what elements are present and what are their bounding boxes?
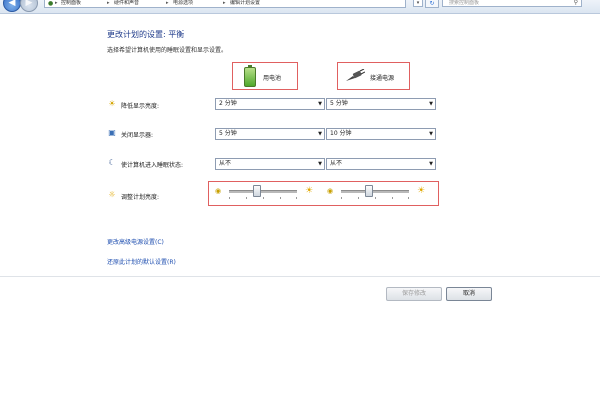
back-button[interactable]: ◀ xyxy=(3,0,21,12)
sleep-plugged-select[interactable]: 从不 ▼ xyxy=(326,158,436,170)
divider xyxy=(0,276,600,277)
turn-off-display-plugged-select[interactable]: 10 分钟 ▼ xyxy=(326,128,436,140)
tick-mark xyxy=(246,197,247,199)
plugged-brightness-slider-thumb[interactable] xyxy=(365,185,374,197)
brightness-icon: ☼ xyxy=(108,190,116,199)
forward-button[interactable]: ▶ xyxy=(20,0,38,12)
tick-mark xyxy=(280,197,281,199)
dim-display-plugged-value: 5 分钟 xyxy=(330,100,348,107)
tick-mark xyxy=(408,197,409,199)
address-toolbar: ◀ ▶ ● ▸ 控制面板 ▸ 硬件和声音 ▸ 电源选项 ▸ 编辑计划设置 ▾ ↻… xyxy=(0,0,600,14)
tick-mark xyxy=(229,197,230,199)
tick-mark xyxy=(341,197,342,199)
save-changes-button[interactable]: 保存修改 xyxy=(386,287,442,301)
dropdown-arrow-icon: ▼ xyxy=(318,161,322,167)
bright-sun-icon: ☀ xyxy=(417,186,426,196)
plugged-in-label: 接通电源 xyxy=(370,75,395,82)
plugged-brightness-track[interactable] xyxy=(341,190,409,193)
breadcrumb-power-options[interactable]: 电源选项 xyxy=(173,0,193,6)
plugged-brightness-ticks xyxy=(341,197,409,199)
sleep-label: 使计算机进入睡眠状态: xyxy=(121,162,184,169)
chevron-right-icon: ▸ xyxy=(107,0,110,6)
chevron-right-icon: ▸ xyxy=(223,0,226,6)
dropdown-arrow-icon: ▼ xyxy=(429,161,433,167)
address-dropdown-button[interactable]: ▾ xyxy=(413,0,423,7)
chevron-right-icon: ▸ xyxy=(55,0,58,6)
monitor-icon: ▣ xyxy=(108,128,116,137)
battery-icon xyxy=(244,65,256,87)
dim-brightness-icon: ◉ xyxy=(215,187,222,195)
refresh-button[interactable]: ↻ xyxy=(425,0,439,8)
dim-display-plugged-select[interactable]: 5 分钟 ▼ xyxy=(326,98,436,110)
cancel-button[interactable]: 取消 xyxy=(446,287,492,301)
dropdown-arrow-icon: ▼ xyxy=(429,101,433,107)
advanced-power-settings-link[interactable]: 更改高级电源设置(C) xyxy=(107,237,164,246)
dim-display-battery-value: 2 分钟 xyxy=(219,100,237,107)
battery-brightness-track[interactable] xyxy=(229,190,297,193)
dropdown-arrow-icon: ▼ xyxy=(318,101,322,107)
dim-display-battery-select[interactable]: 2 分钟 ▼ xyxy=(215,98,325,110)
battery-brightness-ticks xyxy=(229,197,297,199)
sleep-moon-icon: ☾ xyxy=(108,158,116,167)
tick-mark xyxy=(375,197,376,199)
breadcrumb-hardware-sound[interactable]: 硬件和声音 xyxy=(114,0,139,6)
tick-mark xyxy=(263,197,264,199)
tick-mark xyxy=(296,197,297,199)
restore-defaults-link[interactable]: 还原此计划的默认设置(R) xyxy=(107,257,176,266)
battery-brightness-slider-thumb[interactable] xyxy=(253,185,262,197)
dim-brightness-icon: ◉ xyxy=(327,187,334,195)
brightness-sliders: ◉ ☀ ◉ ☀ xyxy=(208,181,439,206)
address-bar[interactable]: ● ▸ 控制面板 ▸ 硬件和声音 ▸ 电源选项 ▸ 编辑计划设置 xyxy=(44,0,406,8)
forward-arrow-icon: ▶ xyxy=(25,0,33,8)
back-arrow-icon: ◀ xyxy=(8,0,16,8)
plugged-in-column-header: 接通电源 xyxy=(337,62,410,90)
turn-off-display-battery-value: 5 分钟 xyxy=(219,130,237,137)
sleep-plugged-value: 从不 xyxy=(330,160,343,167)
page-subtitle: 选择希望计算机使用的睡眠设置和显示设置。 xyxy=(107,47,228,54)
dropdown-arrow-icon: ▼ xyxy=(318,131,322,137)
search-icon: ⚲ xyxy=(573,0,578,6)
dim-display-label: 降低显示亮度: xyxy=(121,103,160,110)
sleep-battery-select[interactable]: 从不 ▼ xyxy=(215,158,325,170)
sleep-battery-value: 从不 xyxy=(219,160,232,167)
refresh-icon: ↻ xyxy=(429,0,435,7)
breadcrumb-control-panel[interactable]: 控制面板 xyxy=(61,0,81,6)
page-title: 更改计划的设置: 平衡 xyxy=(107,30,185,39)
chevron-down-icon: ▾ xyxy=(416,0,420,6)
dim-display-icon: ☀ xyxy=(108,99,116,108)
turn-off-display-battery-select[interactable]: 5 分钟 ▼ xyxy=(215,128,325,140)
search-input[interactable]: 搜索控制面板 ⚲ xyxy=(442,0,582,7)
brightness-label: 调整计划亮度: xyxy=(121,194,160,201)
turn-off-display-plugged-value: 10 分钟 xyxy=(330,130,352,137)
bright-sun-icon: ☀ xyxy=(305,186,314,196)
on-battery-label: 用电池 xyxy=(263,75,282,82)
turn-off-display-label: 关闭显示器: xyxy=(121,132,154,139)
breadcrumb-edit-plan[interactable]: 编辑计划设置 xyxy=(230,0,260,6)
power-plug-icon xyxy=(346,69,365,81)
dropdown-arrow-icon: ▼ xyxy=(429,131,433,137)
on-battery-column-header: 用电池 xyxy=(232,62,298,90)
tick-mark xyxy=(358,197,359,199)
search-placeholder: 搜索控制面板 xyxy=(449,0,480,6)
control-panel-icon: ● xyxy=(48,0,54,7)
chevron-right-icon: ▸ xyxy=(166,0,169,6)
tick-mark xyxy=(392,197,393,199)
